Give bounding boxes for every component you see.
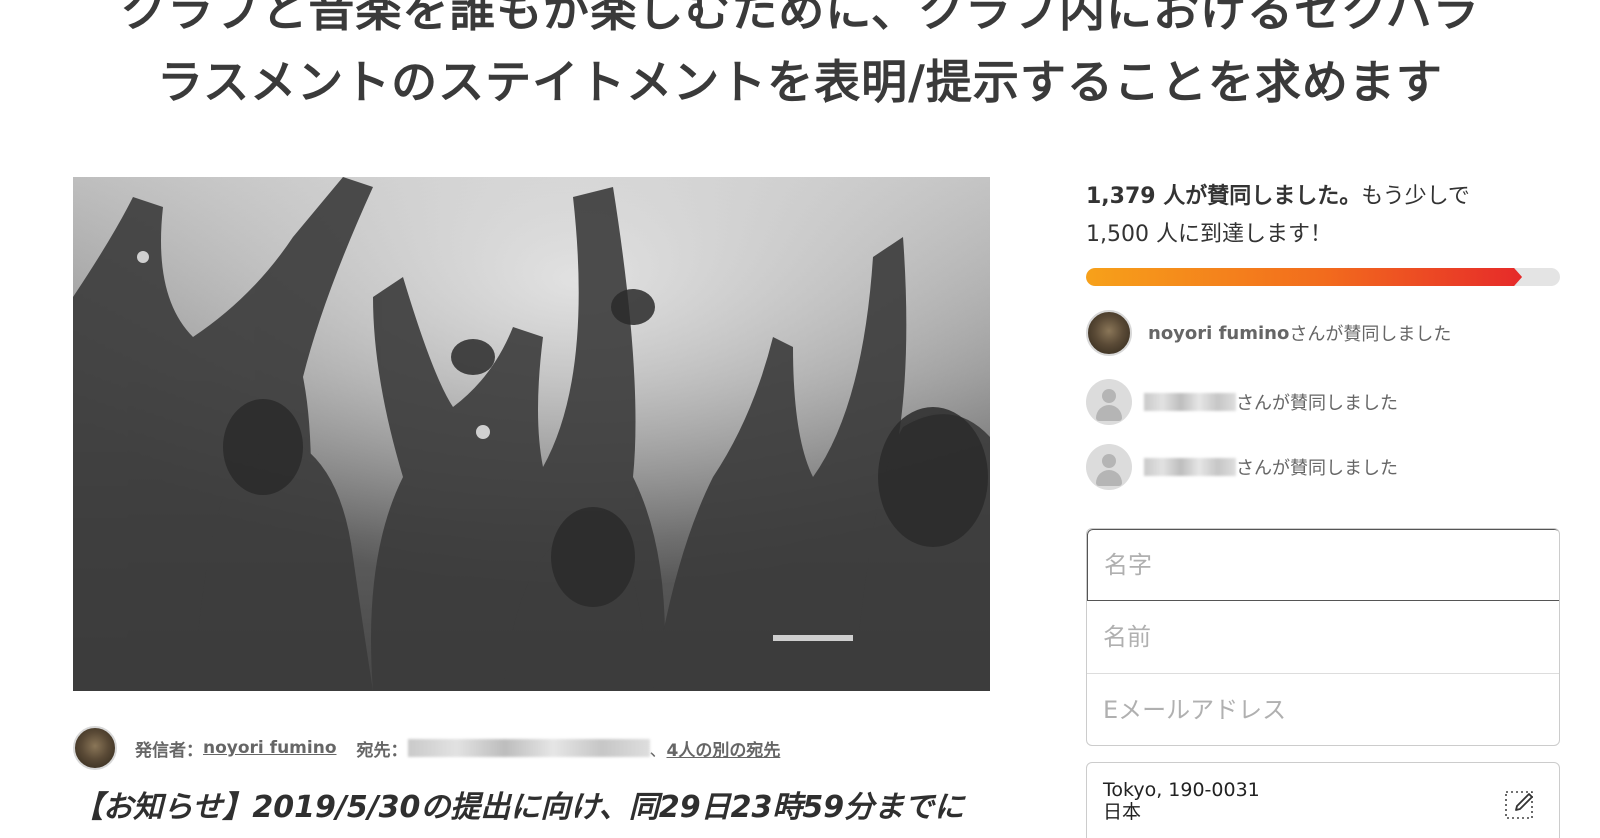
signer-action: さんが賛同しました — [1236, 458, 1398, 479]
signer-action: さんが賛同しました — [1289, 324, 1452, 345]
signature-progress-fill — [1086, 268, 1522, 286]
page-title-line1: クラブと音楽を誰もが楽しむために、クラブ内におけるセクハラ — [120, 0, 1480, 37]
recent-signer: さんが賛同しました — [1086, 379, 1560, 425]
other-recipients-link[interactable]: 4人の別の宛先 — [667, 736, 781, 761]
email-field[interactable] — [1087, 674, 1559, 745]
first-name-field[interactable] — [1087, 601, 1559, 673]
sender-name-link[interactable]: noyori fumino — [203, 738, 337, 758]
recent-signer: さんが賛同しました — [1086, 444, 1560, 490]
signature-progress-bar — [1086, 268, 1560, 286]
petition-hero-image — [73, 177, 990, 691]
sender-label: 発信者： — [135, 740, 203, 761]
recipient-label: 宛先： — [356, 740, 408, 761]
redacted-signer-name — [1144, 458, 1236, 476]
author-avatar — [73, 726, 117, 770]
location-country: 日本 — [1103, 801, 1142, 823]
default-user-icon — [1086, 379, 1132, 425]
pencil-edit-icon[interactable] — [1503, 787, 1537, 821]
signer-action: さんが賛同しました — [1236, 393, 1398, 414]
signature-form — [1086, 528, 1560, 746]
page-title-line2: ラスメントのステイトメントを表明/提示することを求めます — [157, 55, 1443, 109]
location-city: Tokyo, 190-0031 — [1103, 779, 1260, 801]
signer-avatar — [1086, 310, 1132, 356]
recipient-separator: 、 — [649, 740, 667, 761]
petition-author-row: 発信者： noyori fumino 宛先： 、 4人の別の宛先 — [73, 725, 990, 771]
last-name-field[interactable] — [1087, 529, 1559, 601]
petition-page: クラブと音楽を誰もが楽しむために、クラブ内におけるセクハラ ラスメントのステイト… — [0, 0, 1600, 838]
location-box[interactable]: Tokyo, 190-0031 日本 — [1086, 762, 1560, 838]
redacted-recipient — [407, 739, 650, 757]
default-user-icon — [1086, 444, 1132, 490]
signature-count: 1,379 人が賛同しました。もう少しで 1,500 人に到達します！ — [1086, 178, 1560, 254]
signature-goal: 1,500 人に到達します！ — [1086, 222, 1332, 247]
redacted-signer-name — [1144, 393, 1236, 411]
recent-signer: noyori fumino さんが賛同しました — [1086, 310, 1560, 356]
signature-count-rest: もう少しで — [1361, 184, 1470, 209]
page-title: クラブと音楽を誰もが楽しむために、クラブ内におけるセクハラ ラスメントのステイト… — [0, 0, 1600, 118]
signer-name: noyori fumino — [1148, 322, 1290, 344]
signature-count-bold: 1,379 人が賛同しました。 — [1086, 184, 1362, 209]
announcement-heading: 【お知らせ】2019/5/30の提出に向け、同29日23時59分までに — [73, 790, 965, 825]
